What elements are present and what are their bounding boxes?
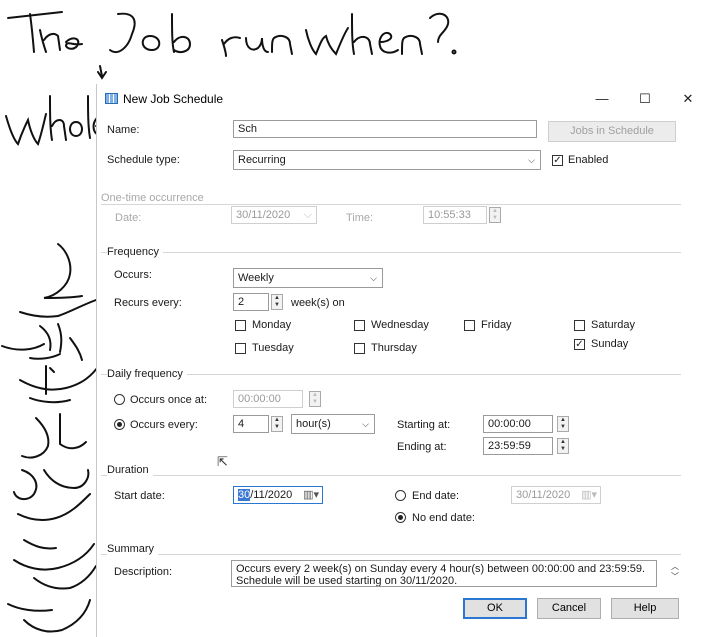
- calendar-dropdown-icon[interactable]: ▥▾: [303, 489, 319, 501]
- occurs-select[interactable]: Weekly ⌵: [233, 268, 383, 288]
- saturday-checkbox[interactable]: [574, 320, 585, 331]
- minimize-button[interactable]: —: [587, 89, 617, 109]
- name-input[interactable]: Sch: [233, 120, 537, 138]
- one-time-time-label: Time:: [346, 212, 374, 224]
- occurs-every-input[interactable]: 4: [233, 415, 269, 433]
- ending-at-label: Ending at:: [397, 441, 447, 453]
- name-label: Name:: [107, 124, 140, 136]
- recurs-every-input[interactable]: 2: [233, 293, 269, 311]
- summary-group-line: [101, 554, 681, 555]
- occurs-once-radio[interactable]: [114, 394, 125, 405]
- one-time-time-input[interactable]: 10:55:33: [423, 206, 487, 224]
- schedule-type-label: Schedule type:: [107, 154, 180, 166]
- end-date-radio[interactable]: [395, 490, 406, 501]
- end-date-value: 30/11/2020: [516, 489, 571, 501]
- one-time-group-line: [101, 204, 681, 205]
- no-end-date-radio[interactable]: [395, 512, 406, 523]
- ending-at-input[interactable]: 23:59:59: [483, 437, 553, 455]
- every-unit-value: hour(s): [296, 418, 331, 430]
- saturday-label: Saturday: [591, 319, 636, 331]
- cancel-button[interactable]: Cancel: [537, 598, 601, 619]
- chevron-down-icon: ⌵: [370, 273, 377, 283]
- friday-label: Friday: [481, 319, 512, 331]
- ok-button[interactable]: OK: [463, 598, 527, 619]
- occurs-once-label: Occurs once at:: [130, 394, 208, 406]
- occurs-once-input[interactable]: 00:00:00: [233, 390, 303, 408]
- duration-group-line: [101, 475, 681, 476]
- monday-label: Monday: [252, 319, 292, 331]
- daily-group-title: Daily frequency: [107, 368, 187, 380]
- title-bar: New Job Schedule — ☐ ✕: [97, 84, 714, 114]
- help-button[interactable]: Help: [611, 598, 679, 619]
- one-time-date-label: Date:: [115, 212, 142, 224]
- once-spinner-icon[interactable]: ▲ ▼: [309, 391, 321, 407]
- friday-checkbox[interactable]: [464, 320, 475, 331]
- sunday-checkbox[interactable]: ✓: [574, 339, 585, 350]
- every-unit-select[interactable]: hour(s) ⌵: [291, 414, 375, 434]
- calendar-icon: [105, 93, 118, 104]
- enabled-label: Enabled: [568, 154, 609, 166]
- description-text: Occurs every 2 week(s) on Sunday every 4…: [231, 560, 657, 587]
- mouse-cursor-icon: ⇱: [217, 454, 228, 469]
- jobs-in-schedule-button[interactable]: Jobs in Schedule: [548, 121, 676, 142]
- tuesday-label: Tuesday: [252, 342, 294, 354]
- occurs-every-radio[interactable]: [114, 419, 125, 430]
- end-date-input[interactable]: 30/11/2020 ▥▾: [511, 486, 601, 504]
- recurs-unit-label: week(s) on: [291, 297, 345, 309]
- description-label: Description:: [114, 566, 173, 578]
- wednesday-label: Wednesday: [371, 319, 429, 331]
- recurs-spinner-icon[interactable]: ▲ ▼: [271, 294, 283, 310]
- occurs-label: Occurs:: [114, 269, 152, 281]
- sunday-label: Sunday: [591, 338, 629, 350]
- maximize-button[interactable]: ☐: [630, 89, 660, 109]
- every-spinner-icon[interactable]: ▲ ▼: [271, 416, 283, 432]
- ending-spinner-icon[interactable]: ▲ ▼: [557, 438, 569, 454]
- schedule-type-select[interactable]: Recurring ⌵: [233, 150, 541, 170]
- frequency-group-line: [101, 252, 681, 253]
- chevron-down-icon: ⌵: [303, 209, 312, 221]
- one-time-date-value: 30/11/2020: [236, 209, 291, 221]
- one-time-date-input[interactable]: 30/11/2020 ⌵: [231, 206, 317, 224]
- new-job-schedule-dialog: New Job Schedule — ☐ ✕ Name: Sch Jobs in…: [96, 84, 714, 637]
- recurs-every-label: Recurs every:: [114, 297, 182, 309]
- start-date-input[interactable]: 30/11/2020 ▥▾: [233, 486, 323, 504]
- end-date-label: End date:: [412, 490, 460, 502]
- occurs-every-label: Occurs every:: [130, 419, 198, 431]
- start-date-day: 30: [238, 489, 251, 501]
- calendar-dropdown-icon: ▥▾: [581, 489, 597, 501]
- schedule-type-value: Recurring: [238, 154, 286, 166]
- daily-group-line: [101, 374, 681, 375]
- thursday-checkbox[interactable]: [354, 343, 365, 354]
- monday-checkbox[interactable]: [235, 320, 246, 331]
- duration-group-title: Duration: [107, 464, 153, 476]
- thursday-label: Thursday: [371, 342, 417, 354]
- start-date-label: Start date:: [114, 490, 165, 502]
- start-date-rest: /11/2020: [250, 489, 293, 501]
- starting-spinner-icon[interactable]: ▲ ▼: [557, 416, 569, 432]
- enabled-checkbox[interactable]: ✓: [552, 155, 563, 166]
- chevron-down-icon: ⌵: [362, 419, 369, 429]
- one-time-group-title: One-time occurrence: [101, 192, 208, 204]
- chevron-down-icon: ⌵: [528, 155, 535, 165]
- frequency-group-title: Frequency: [107, 246, 163, 258]
- occurs-value: Weekly: [238, 272, 274, 284]
- no-end-date-label: No end date:: [412, 512, 475, 524]
- starting-at-label: Starting at:: [397, 419, 451, 431]
- starting-at-input[interactable]: 00:00:00: [483, 415, 553, 433]
- close-button[interactable]: ✕: [673, 89, 703, 109]
- tuesday-checkbox[interactable]: [235, 343, 246, 354]
- scroll-arrows-icon[interactable]: ︿ ﹀: [671, 562, 679, 582]
- time-spinner-icon[interactable]: ▲ ▼: [489, 207, 501, 223]
- window-title: New Job Schedule: [123, 92, 224, 106]
- wednesday-checkbox[interactable]: [354, 320, 365, 331]
- summary-group-title: Summary: [107, 543, 159, 555]
